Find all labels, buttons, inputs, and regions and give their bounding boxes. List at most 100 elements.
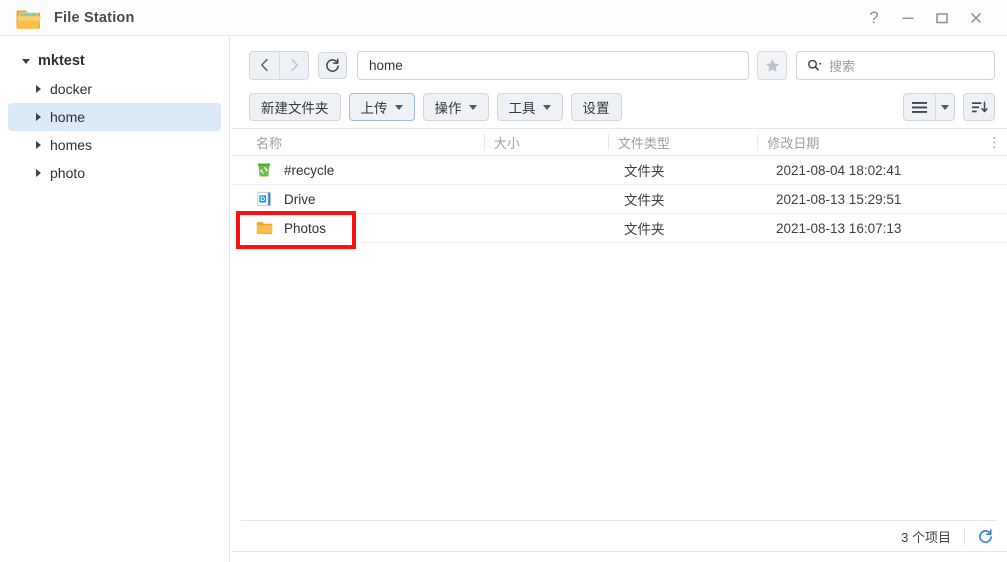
question-mark-icon: ? — [869, 8, 879, 27]
column-header-size[interactable]: 大小 — [483, 129, 608, 155]
cell-name: D Drive — [249, 185, 488, 213]
caret-right-icon[interactable] — [36, 141, 41, 149]
cell-name: Photos — [249, 214, 488, 242]
window-controls: ? — [857, 3, 1007, 33]
back-button[interactable] — [250, 51, 279, 79]
file-list: 名称 大小 文件类型 修改日期 ⋮ #recycle 文件夹 2021-08-0… — [231, 128, 1007, 518]
column-label: 文件类型 — [617, 135, 670, 151]
chevron-down-icon — [394, 104, 403, 110]
file-name: Drive — [284, 191, 316, 207]
cell-size — [488, 156, 614, 184]
search-placeholder: 搜索 — [829, 58, 856, 74]
column-options-icon[interactable]: ⋮ — [981, 134, 1007, 151]
action-toolbar: 新建文件夹 上传 操作 工具 设置 — [231, 91, 1007, 123]
recycle-bin-icon — [256, 162, 274, 178]
list-view-icon — [912, 101, 927, 113]
upload-button[interactable]: 上传 — [348, 93, 415, 121]
history-buttons — [249, 50, 309, 80]
sidebar-item-label: home — [50, 109, 86, 125]
path-value: home — [369, 57, 403, 73]
caret-right-icon[interactable] — [36, 169, 41, 177]
column-header-name[interactable]: 名称 — [249, 129, 484, 155]
maximize-button[interactable] — [925, 3, 959, 33]
column-label: 大小 — [493, 135, 520, 151]
button-label: 工具 — [508, 101, 536, 116]
favorite-button[interactable] — [757, 50, 787, 80]
star-icon — [765, 58, 779, 72]
table-row[interactable]: D Drive 文件夹 2021-08-13 15:29:51 — [231, 185, 1007, 214]
status-refresh-button[interactable] — [978, 528, 993, 544]
table-header: 名称 大小 文件类型 修改日期 ⋮ — [231, 128, 1007, 156]
search-input[interactable]: 搜索 — [796, 50, 995, 80]
list-view-button[interactable] — [904, 94, 935, 120]
search-icon — [808, 59, 822, 70]
cell-type: 文件夹 — [624, 222, 665, 237]
app-title: File Station — [54, 9, 135, 26]
caret-right-icon[interactable] — [36, 85, 41, 93]
title-bar: File Station ? — [0, 0, 1007, 36]
column-header-date[interactable]: 修改日期 — [757, 129, 981, 155]
maximize-icon — [936, 12, 948, 23]
actions-button[interactable]: 操作 — [422, 93, 489, 121]
caret-down-icon[interactable] — [22, 58, 30, 64]
sidebar-item-label: homes — [50, 137, 93, 153]
table-row[interactable]: Photos 文件夹 2021-08-13 16:07:13 — [231, 214, 1007, 243]
button-label: 新建文件夹 — [261, 101, 329, 116]
sidebar: mktest docker home homes photo — [0, 37, 230, 562]
window-bottom-border — [231, 551, 1007, 552]
sort-descending-icon — [971, 101, 988, 112]
new-folder-button[interactable]: 新建文件夹 — [249, 93, 341, 121]
cell-date: 2021-08-13 15:29:51 — [776, 191, 902, 207]
sidebar-item-home[interactable]: home — [8, 103, 221, 131]
table-row[interactable]: #recycle 文件夹 2021-08-04 18:02:41 — [231, 156, 1007, 185]
tools-button[interactable]: 工具 — [496, 93, 563, 121]
item-count-label: 3 个项目 — [901, 529, 951, 545]
sidebar-item-photo[interactable]: photo — [8, 159, 221, 187]
drive-document-icon: D — [256, 191, 274, 207]
sort-button[interactable] — [963, 93, 995, 121]
svg-text:D: D — [260, 196, 265, 203]
file-name: Photos — [284, 220, 327, 236]
chevron-down-icon — [468, 104, 477, 110]
sidebar-item-homes[interactable]: homes — [8, 131, 221, 159]
minimize-button[interactable] — [891, 3, 925, 33]
column-label: 名称 — [256, 135, 283, 151]
settings-button[interactable]: 设置 — [570, 93, 622, 121]
cell-type: 文件夹 — [624, 193, 665, 208]
cell-size — [488, 214, 614, 242]
sidebar-item-label: photo — [50, 165, 86, 181]
refresh-icon — [979, 528, 992, 543]
status-divider — [964, 527, 965, 545]
main-panel: home 搜索 新建文件夹 上传 操作 工具 设置 名称 大小 文件类型 修改日… — [231, 37, 1007, 562]
folder-icon — [16, 6, 42, 30]
sidebar-item-label: mktest — [38, 53, 85, 69]
folder-icon — [256, 220, 274, 236]
cell-name: #recycle — [249, 156, 488, 184]
file-name: #recycle — [284, 162, 335, 178]
sidebar-item-docker[interactable]: docker — [8, 75, 221, 103]
forward-button[interactable] — [279, 51, 308, 79]
sidebar-item-mktest[interactable]: mktest — [8, 47, 221, 75]
cell-type: 文件夹 — [624, 164, 665, 179]
chevron-down-icon — [542, 104, 551, 110]
minimize-icon — [902, 17, 914, 19]
help-button[interactable]: ? — [857, 3, 891, 33]
button-label: 上传 — [360, 101, 388, 116]
button-label: 设置 — [582, 101, 610, 116]
chevron-left-icon — [261, 58, 268, 72]
column-header-type[interactable]: 文件类型 — [607, 129, 757, 155]
path-input[interactable]: home — [357, 50, 749, 80]
status-bar: 3 个项目 — [231, 521, 1007, 551]
refresh-button[interactable] — [318, 51, 347, 79]
navigation-bar: home 搜索 — [231, 45, 1007, 85]
view-mode-dropdown[interactable] — [935, 94, 954, 120]
sidebar-item-label: docker — [50, 81, 93, 97]
refresh-icon — [326, 57, 339, 72]
close-icon — [970, 12, 982, 23]
close-button[interactable] — [959, 3, 993, 33]
cell-date: 2021-08-04 18:02:41 — [776, 162, 902, 178]
chevron-down-icon — [941, 104, 949, 110]
caret-right-icon[interactable] — [36, 113, 41, 121]
file-station-window: File Station ? mktest docker home homes … — [0, 0, 1007, 562]
column-label: 修改日期 — [767, 135, 820, 151]
